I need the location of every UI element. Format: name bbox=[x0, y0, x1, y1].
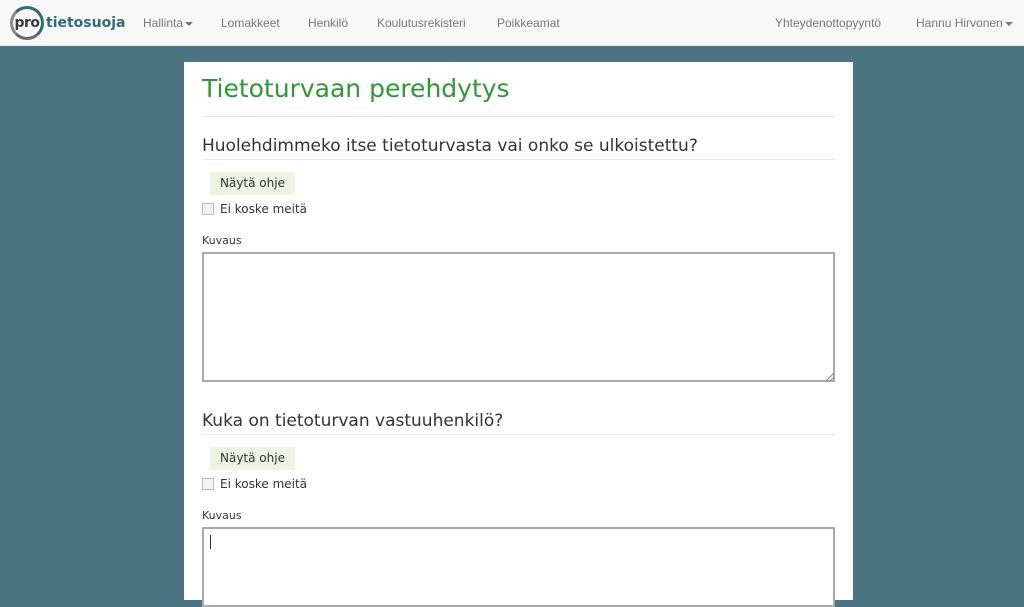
not-applicable-checkbox[interactable] bbox=[202, 478, 214, 490]
nav-yhteydenottopyynto-label: Yhteydenottopyyntö bbox=[775, 16, 882, 30]
question-heading: Huolehdimmeko itse tietoturvasta vai onk… bbox=[202, 136, 698, 156]
text-cursor bbox=[210, 535, 211, 549]
page-title: Tietoturvaan perehdytys bbox=[202, 74, 510, 103]
not-applicable-label[interactable]: Ei koske meitä bbox=[220, 477, 307, 491]
brand-logo[interactable]: pro tietosuoja bbox=[10, 6, 125, 40]
description-textarea[interactable] bbox=[202, 527, 835, 607]
top-navbar: pro tietosuoja Hallinta Lomakkeet Henkil… bbox=[0, 0, 1024, 46]
question-divider bbox=[202, 159, 835, 160]
form-panel: Tietoturvaan perehdytys Huolehdimmeko it… bbox=[184, 62, 853, 607]
not-applicable-row: Ei koske meitä bbox=[202, 477, 307, 491]
not-applicable-label[interactable]: Ei koske meitä bbox=[220, 202, 307, 216]
nav-hallinta-label: Hallinta bbox=[143, 16, 184, 30]
nav-user-menu[interactable]: Hannu Hirvonen bbox=[916, 0, 1013, 46]
resize-handle-icon[interactable] bbox=[826, 373, 834, 381]
chevron-down-icon bbox=[1004, 21, 1013, 26]
nav-henkilo[interactable]: Henkilö bbox=[308, 0, 348, 46]
not-applicable-row: Ei koske meitä bbox=[202, 202, 307, 216]
nav-poikkeamat[interactable]: Poikkeamat bbox=[497, 0, 560, 46]
nav-koulutusrekisteri-label: Koulutusrekisteri bbox=[377, 16, 466, 30]
nav-yhteydenottopyynto[interactable]: Yhteydenottopyyntö bbox=[775, 0, 881, 46]
chevron-down-icon bbox=[185, 21, 194, 26]
show-help-button[interactable]: Näytä ohje bbox=[210, 172, 295, 195]
description-label: Kuvaus bbox=[202, 509, 242, 522]
question-divider bbox=[202, 434, 835, 435]
title-divider bbox=[202, 116, 835, 117]
nav-hallinta[interactable]: Hallinta bbox=[143, 0, 194, 46]
logo-mark: pro bbox=[10, 6, 44, 40]
show-help-button[interactable]: Näytä ohje bbox=[210, 447, 295, 470]
logo-text: tietosuoja bbox=[46, 15, 126, 31]
question-heading: Kuka on tietoturvan vastuuhenkilö? bbox=[202, 411, 504, 431]
nav-henkilo-label: Henkilö bbox=[308, 16, 349, 30]
description-textarea[interactable] bbox=[202, 252, 835, 382]
nav-user-name: Hannu Hirvonen bbox=[916, 16, 1003, 30]
nav-poikkeamat-label: Poikkeamat bbox=[497, 16, 560, 30]
nav-koulutusrekisteri[interactable]: Koulutusrekisteri bbox=[377, 0, 466, 46]
nav-lomakkeet-label: Lomakkeet bbox=[221, 16, 280, 30]
description-label: Kuvaus bbox=[202, 234, 242, 247]
nav-lomakkeet[interactable]: Lomakkeet bbox=[221, 0, 280, 46]
not-applicable-checkbox[interactable] bbox=[202, 203, 214, 215]
